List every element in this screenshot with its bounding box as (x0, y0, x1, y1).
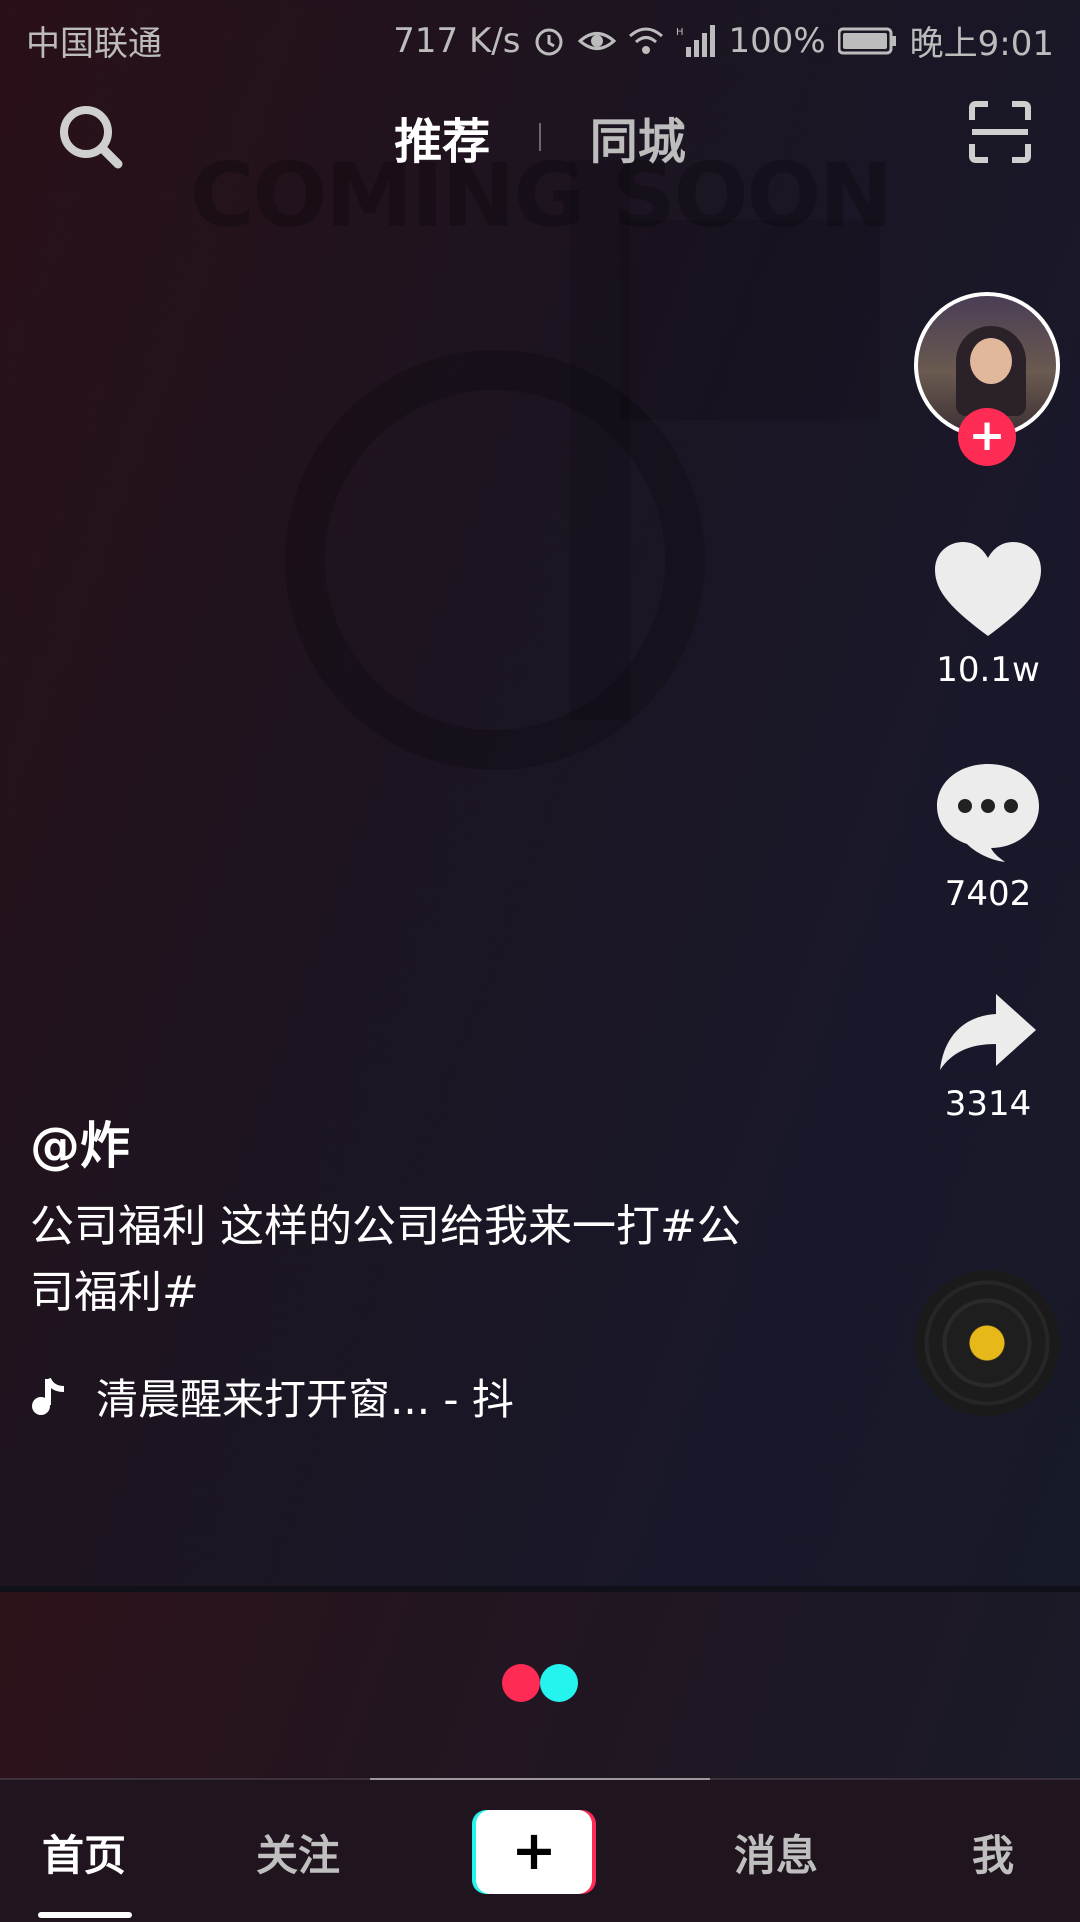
plus-icon: + (476, 1810, 592, 1894)
like-button[interactable]: 10.1w (912, 540, 1064, 690)
alarm-icon (535, 28, 563, 55)
avatar-face-shape (970, 338, 1012, 384)
bottom-tab-bar: 首页 关注 + 消息 我 (0, 1778, 1080, 1922)
background-bar-shape (570, 160, 630, 720)
battery-icon (837, 27, 896, 54)
net-speed: 717 K/s (393, 20, 521, 61)
tab-home-indicator (38, 1912, 132, 1918)
tab-me[interactable]: 我 (972, 1822, 1014, 1883)
signal-icon: H (676, 24, 716, 57)
music-note-icon (32, 1377, 65, 1415)
music-disc[interactable] (914, 1270, 1060, 1416)
svg-text:H: H (676, 27, 684, 38)
follow-button[interactable]: + (958, 408, 1016, 466)
background-ring-shape (285, 350, 705, 770)
wifi-icon (629, 27, 664, 54)
comment-icon (937, 764, 1039, 862)
music-title: 清晨醒来打开窗... - 抖 (96, 1375, 514, 1424)
share-button[interactable]: 3314 (912, 990, 1064, 1124)
like-count: 10.1w (936, 650, 1040, 690)
status-bar: 中国联通 717 K/s H 100% 晚上9:01 (0, 0, 1080, 76)
battery-percent: 100% (728, 20, 826, 61)
video-caption: 公司福利 这样的公司给我来一打#公司福利# (30, 1201, 741, 1318)
tab-messages[interactable]: 消息 (734, 1822, 818, 1883)
top-nav: 推荐 同城 (0, 96, 1080, 196)
loading-dot-cyan (540, 1664, 578, 1702)
tab-recommend[interactable]: 推荐 (394, 102, 490, 172)
heart-icon (935, 542, 1041, 636)
status-right-group: 717 K/s H 100% 晚上9:01 (393, 16, 1054, 65)
tab-separator (539, 123, 541, 151)
loading-dot-red (502, 1664, 540, 1702)
comment-count: 7402 (944, 874, 1032, 914)
video-progress-bar (370, 1778, 710, 1780)
comment-button[interactable]: 7402 (912, 760, 1064, 914)
carrier-label: 中国联通 (26, 24, 162, 64)
tab-nearby[interactable]: 同城 (590, 102, 686, 172)
music-row[interactable]: 清晨醒来打开窗... - 抖 (30, 1366, 566, 1427)
tab-home[interactable]: 首页 (42, 1822, 126, 1883)
create-video-button[interactable]: + (472, 1810, 596, 1894)
scan-icon[interactable] (968, 100, 1032, 164)
share-arrow-icon (940, 994, 1036, 1070)
background-block-shape (620, 220, 880, 420)
feed-tabs: 推荐 同城 (0, 102, 1080, 172)
tab-following[interactable]: 关注 (256, 1822, 340, 1883)
eye-icon (578, 31, 617, 50)
author-handle[interactable]: @炸 (30, 1106, 130, 1178)
clock: 晚上9:01 (909, 24, 1054, 64)
share-count: 3314 (944, 1084, 1032, 1124)
